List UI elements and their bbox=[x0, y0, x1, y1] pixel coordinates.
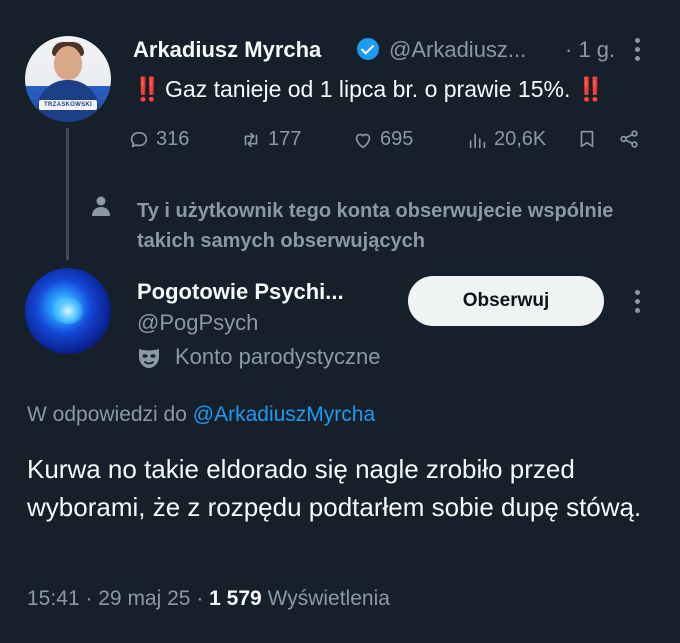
like-count: 695 bbox=[380, 128, 414, 150]
timestamp[interactable]: · 1 g. bbox=[565, 37, 615, 63]
author-avatar[interactable]: TRZASKOWSKI bbox=[25, 36, 111, 122]
replying-to-prefix: W odpowiedzi do bbox=[27, 403, 187, 426]
avatar-siren-glow bbox=[51, 298, 85, 324]
tweet-time[interactable]: 15:41 bbox=[27, 587, 80, 610]
parody-account-label: Konto parodystyczne bbox=[175, 344, 381, 369]
reply-icon bbox=[130, 131, 148, 147]
reply-count: 316 bbox=[156, 128, 190, 150]
repost-icon bbox=[244, 132, 258, 147]
tweet-text: Kurwa no takie eldorado się nagle zrobił… bbox=[27, 454, 642, 522]
more-options-icon[interactable] bbox=[627, 290, 647, 316]
separator-dot: · bbox=[85, 587, 93, 610]
tweet-meta: 15:41 · 29 maj 25 · 1 579 Wyświetlenia bbox=[27, 587, 390, 611]
verified-badge-icon bbox=[357, 38, 379, 60]
repost-button[interactable]: 177 bbox=[240, 128, 301, 151]
avatar-band: TRZASKOWSKI bbox=[39, 100, 97, 110]
avatar-band-text: TRZASKOWSKI bbox=[44, 102, 92, 108]
views-chart-icon bbox=[469, 133, 486, 148]
views-button[interactable]: 20,6K bbox=[466, 128, 546, 151]
author-name[interactable]: Arkadiusz Myrcha bbox=[133, 37, 321, 63]
share-icon bbox=[620, 130, 638, 148]
parody-mask-icon bbox=[139, 349, 159, 368]
repost-count: 177 bbox=[268, 128, 302, 150]
author-handle[interactable]: @PogPsych bbox=[137, 310, 258, 336]
author-handle[interactable]: @Arkadiusz... bbox=[389, 37, 526, 63]
author-avatar[interactable] bbox=[25, 268, 111, 354]
heart-icon bbox=[355, 133, 371, 148]
tweet-text: ‼️ Gaz tanieje od 1 lipca br. o prawie 1… bbox=[133, 76, 606, 103]
action-bar: 316 177 695 20,6K bbox=[128, 124, 648, 154]
more-options-icon[interactable] bbox=[627, 38, 647, 64]
mutual-followers-notice: Ty i użytkownik tego konta obserwujecie … bbox=[137, 200, 614, 252]
share-button[interactable] bbox=[618, 128, 640, 150]
reply-button[interactable]: 316 bbox=[128, 128, 189, 151]
views-count: 1 579 bbox=[209, 587, 262, 610]
author-name[interactable]: Pogotowie Psychi... bbox=[137, 279, 344, 305]
follow-button[interactable]: Obserwuj bbox=[408, 276, 604, 326]
tweet-date[interactable]: 29 maj 25 bbox=[98, 587, 190, 610]
double-exclamation-emoji: ‼️ bbox=[133, 76, 162, 102]
bookmark-button[interactable] bbox=[576, 128, 598, 150]
bookmark-icon bbox=[580, 130, 594, 148]
avatar-face bbox=[54, 46, 82, 80]
double-exclamation-emoji: ‼️ bbox=[576, 76, 606, 102]
views-label: Wyświetlenia bbox=[267, 587, 390, 610]
like-button[interactable]: 695 bbox=[352, 128, 413, 151]
tweet-text-body: Gaz tanieje od 1 lipca br. o prawie 15%. bbox=[165, 76, 571, 102]
mention-link[interactable]: @ArkadiuszMyrcha bbox=[193, 403, 375, 426]
replying-to: W odpowiedzi do @ArkadiuszMyrcha bbox=[27, 403, 375, 427]
views-count: 20,6K bbox=[494, 128, 547, 150]
thread-line bbox=[66, 128, 69, 260]
person-icon bbox=[92, 196, 110, 216]
separator-dot: · bbox=[196, 587, 204, 610]
